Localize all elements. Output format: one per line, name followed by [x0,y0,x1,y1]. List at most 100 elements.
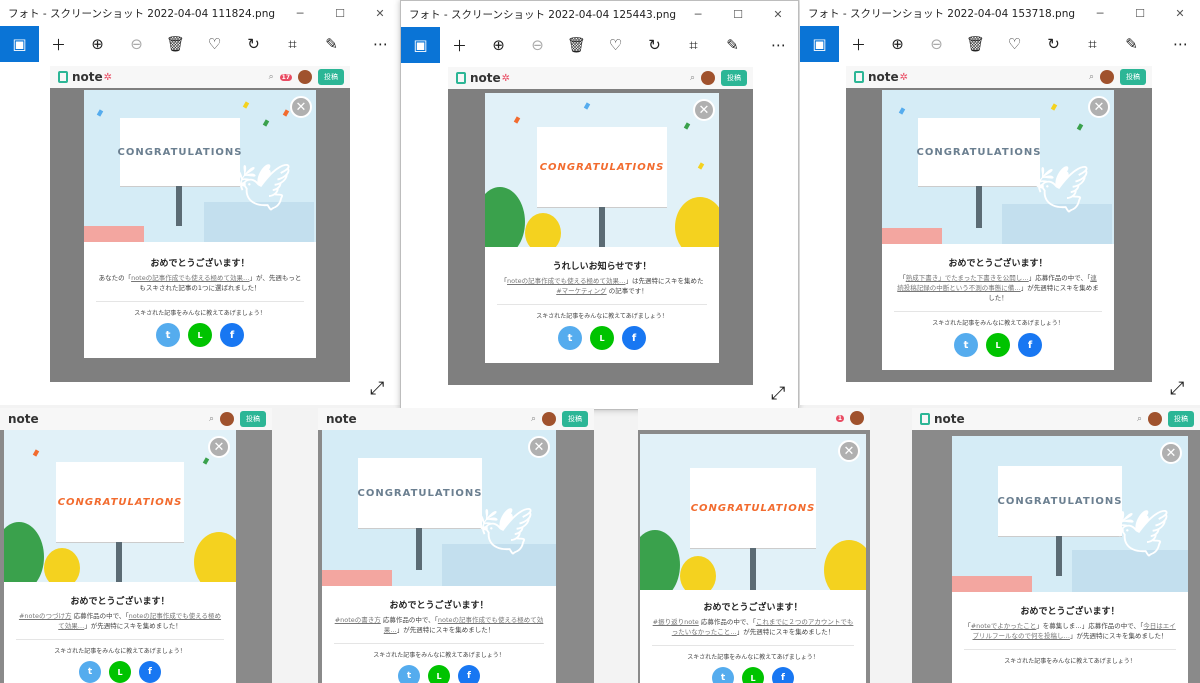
more-icon[interactable]: ⋯ [361,26,400,62]
notification-badge[interactable]: 1 [835,414,844,422]
close-button[interactable]: ✕ [758,1,798,27]
modal-close-button[interactable]: ✕ [528,436,550,458]
zoom-in-icon[interactable]: ⊕ [78,26,117,62]
expand-icon[interactable]: ⤢ [370,378,384,399]
crop-icon[interactable]: ⌗ [1073,26,1112,62]
close-button[interactable]: ✕ [360,0,400,26]
article-link[interactable]: 熟成下書き」でたまった下書きを公開し… [906,274,1029,282]
expand-icon[interactable]: ⤢ [1170,378,1184,399]
line-icon[interactable]: L [109,661,131,683]
minimize-button[interactable]: ─ [678,1,718,27]
minimize-button[interactable]: ─ [280,0,320,26]
edit-icon[interactable]: ✎ [713,27,752,63]
close-button[interactable]: ✕ [1160,0,1200,26]
heart-icon[interactable]: ♡ [195,26,234,62]
twitter-icon[interactable]: t [156,323,180,348]
search-icon[interactable]: ⌕ [531,414,536,424]
article-link[interactable]: noteの記事作成でも使える極めて効果… [131,274,249,282]
zoom-out-icon[interactable]: ⊖ [117,26,156,62]
modal-close-button[interactable]: ✕ [1088,96,1110,118]
search-icon[interactable]: ⌕ [209,414,214,424]
avatar[interactable] [1100,70,1114,84]
add-icon[interactable]: ＋ [440,27,479,63]
modal-close-button[interactable]: ✕ [693,99,715,121]
post-button[interactable]: 投稿 [721,70,747,86]
tag-link[interactable]: #マーケティング [556,287,606,295]
maximize-button[interactable]: ☐ [1120,0,1160,26]
search-icon[interactable]: ⌕ [690,73,695,83]
search-icon[interactable]: ⌕ [1089,72,1094,82]
image-icon[interactable]: ▣ [0,26,39,62]
notification-badge[interactable]: 17 [279,73,292,81]
add-icon[interactable]: ＋ [39,26,78,62]
search-icon[interactable]: ⌕ [269,72,274,82]
twitter-icon[interactable]: t [558,326,582,351]
tag-link[interactable]: #振り返りnote [653,618,699,626]
image-icon[interactable]: ▣ [401,27,440,63]
avatar[interactable] [298,70,312,84]
post-button[interactable]: 投稿 [562,411,588,427]
zoom-out-icon[interactable]: ⊖ [518,27,557,63]
line-icon[interactable]: L [986,333,1010,358]
maximize-button[interactable]: ☐ [320,0,360,26]
line-icon[interactable]: L [590,326,614,351]
avatar[interactable] [1148,412,1162,426]
line-icon[interactable]: L [742,667,764,683]
add-icon[interactable]: ＋ [839,26,878,62]
avatar[interactable] [850,411,864,425]
post-button[interactable]: 投稿 [1168,411,1194,427]
twitter-icon[interactable]: t [712,667,734,683]
facebook-icon[interactable]: f [622,326,646,351]
tag-link[interactable]: #noteのつづけ方 [19,612,72,620]
zoom-in-icon[interactable]: ⊕ [479,27,518,63]
line-icon[interactable]: L [188,323,212,348]
twitter-icon[interactable]: t [954,333,978,358]
minimize-button[interactable]: ─ [1080,0,1120,26]
image-icon[interactable]: ▣ [800,26,839,62]
expand-icon[interactable]: ⤢ [771,383,785,404]
avatar[interactable] [220,412,234,426]
modal-close-button[interactable]: ✕ [290,96,312,118]
crop-icon[interactable]: ⌗ [674,27,713,63]
delete-icon[interactable]: 🗑 [156,26,195,62]
rotate-icon[interactable]: ↻ [635,27,674,63]
twitter-icon[interactable]: t [79,661,101,683]
modal-body: #振り返りnote 応募作品の中で、「これまでに２つのアカウントでもったいなかっ… [652,618,854,637]
rotate-icon[interactable]: ↻ [234,26,273,62]
line-icon[interactable]: L [428,665,450,683]
edit-icon[interactable]: ✎ [1112,26,1151,62]
maximize-button[interactable]: ☐ [718,1,758,27]
twitter-icon[interactable]: t [398,665,420,683]
facebook-icon[interactable]: f [458,665,480,683]
more-icon[interactable]: ⋯ [1161,26,1200,62]
facebook-icon[interactable]: f [220,323,244,348]
facebook-icon[interactable]: f [772,667,794,683]
modal-close-button[interactable]: ✕ [1160,442,1182,464]
facebook-icon[interactable]: f [1018,333,1042,358]
delete-icon[interactable]: 🗑 [557,27,596,63]
avatar[interactable] [701,71,715,85]
search-icon[interactable]: ⌕ [1137,414,1142,424]
delete-icon[interactable]: 🗑 [956,26,995,62]
modal-close-button[interactable]: ✕ [208,436,230,458]
more-icon[interactable]: ⋯ [759,27,798,63]
post-button[interactable]: 投稿 [240,411,266,427]
edit-icon[interactable]: ✎ [312,26,351,62]
tag-link[interactable]: #noteでよかったこと [971,622,1037,630]
crop-icon[interactable]: ⌗ [273,26,312,62]
zoom-out-icon[interactable]: ⊖ [917,26,956,62]
heart-icon[interactable]: ♡ [596,27,635,63]
article-link[interactable]: noteの記事作成でも使える極めて効果… [507,277,625,285]
avatar[interactable] [542,412,556,426]
congrats-illustration: CONGRATULATIONS [485,93,719,247]
photos-toolbar: ▣ ＋ ⊕ ⊖ 🗑 ♡ ↻ ⌗ ✎ ⋯ [0,26,400,62]
tag-link[interactable]: #noteの書き方 [335,616,381,624]
facebook-icon[interactable]: f [139,661,161,683]
post-button[interactable]: 投稿 [318,69,344,85]
modal-close-button[interactable]: ✕ [838,440,860,462]
zoom-in-icon[interactable]: ⊕ [878,26,917,62]
billboard: CONGRATULATIONS [358,458,482,528]
heart-icon[interactable]: ♡ [995,26,1034,62]
rotate-icon[interactable]: ↻ [1034,26,1073,62]
post-button[interactable]: 投稿 [1120,69,1146,85]
